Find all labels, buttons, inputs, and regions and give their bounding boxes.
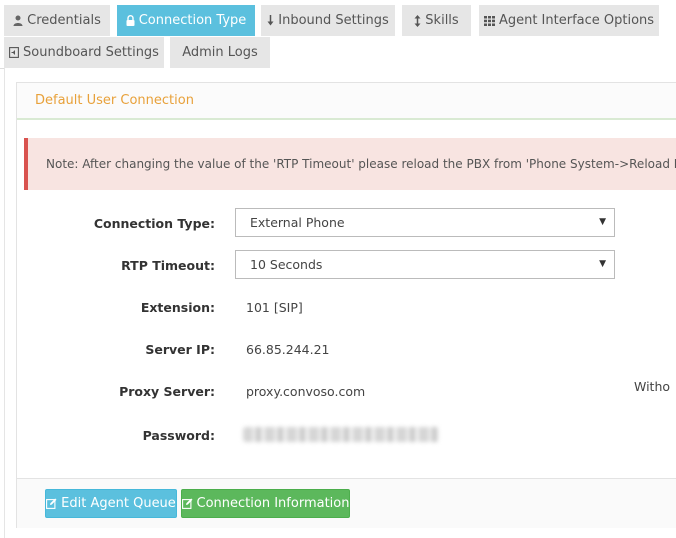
- tab-label: Skills: [425, 13, 459, 28]
- user-icon: [13, 15, 23, 26]
- tab-skills[interactable]: Skills: [402, 5, 471, 36]
- proxy-server-value: proxy.convoso.com: [246, 384, 366, 399]
- connection-information-button[interactable]: Connection Information: [181, 489, 350, 518]
- extension-value: 101 [SIP]: [246, 300, 303, 315]
- password-label: Password:: [142, 428, 215, 443]
- extension-label: Extension:: [140, 300, 215, 315]
- tab-label: Credentials: [27, 13, 101, 28]
- lock-icon: [126, 15, 135, 26]
- button-label: Edit Agent Queue: [61, 496, 176, 511]
- truncated-text: Witho: [634, 379, 671, 394]
- rtp-timeout-note: Note: After changing the value of the 'R…: [24, 138, 676, 190]
- password-value-blurred: [243, 427, 439, 442]
- tab-label: Connection Type: [138, 13, 247, 28]
- button-label: Connection Information: [196, 496, 350, 511]
- server-ip-label: Server IP:: [145, 342, 215, 357]
- caret-down-icon: ▼: [599, 259, 606, 269]
- edit-icon: [46, 498, 57, 509]
- caret-down-icon: ▼: [599, 217, 606, 227]
- tab-admin-logs[interactable]: Admin Logs: [170, 37, 270, 68]
- tab-soundboard-settings[interactable]: Soundboard Settings: [4, 37, 164, 68]
- connection-type-label: Connection Type:: [93, 216, 215, 231]
- tab-label: Admin Logs: [182, 45, 258, 60]
- rtp-timeout-select[interactable]: 10 Seconds ▼: [235, 250, 615, 279]
- tab-label: Soundboard Settings: [23, 45, 159, 60]
- server-ip-value: 66.85.244.21: [246, 342, 330, 357]
- file-audio-icon: [9, 47, 19, 58]
- edit-icon: [181, 498, 193, 509]
- edit-agent-queue-button[interactable]: Edit Agent Queue: [45, 489, 177, 518]
- note-text: Note: After changing the value of the 'R…: [46, 157, 676, 171]
- tab-label: Inbound Settings: [278, 13, 389, 28]
- arrow-down-icon: [267, 15, 274, 26]
- tab-label: Agent Interface Options: [498, 13, 655, 28]
- tab-inbound-settings[interactable]: Inbound Settings: [261, 5, 395, 36]
- connection-type-value: External Phone: [250, 215, 345, 230]
- panel-title: Default User Connection: [17, 83, 676, 120]
- grid-icon: [483, 15, 495, 26]
- proxy-server-label: Proxy Server:: [119, 384, 215, 399]
- tab-credentials[interactable]: Credentials: [4, 5, 110, 36]
- vertical-arrows-icon: [414, 14, 421, 27]
- tab-connection-type[interactable]: Connection Type: [117, 5, 255, 36]
- rtp-timeout-value: 10 Seconds: [250, 257, 323, 272]
- tab-bar: Credentials Connection Type Inbound Sett…: [0, 0, 676, 70]
- tab-agent-interface-options[interactable]: Agent Interface Options: [479, 5, 659, 36]
- rtp-timeout-label: RTP Timeout:: [121, 258, 215, 273]
- connection-type-select[interactable]: External Phone ▼: [235, 208, 615, 237]
